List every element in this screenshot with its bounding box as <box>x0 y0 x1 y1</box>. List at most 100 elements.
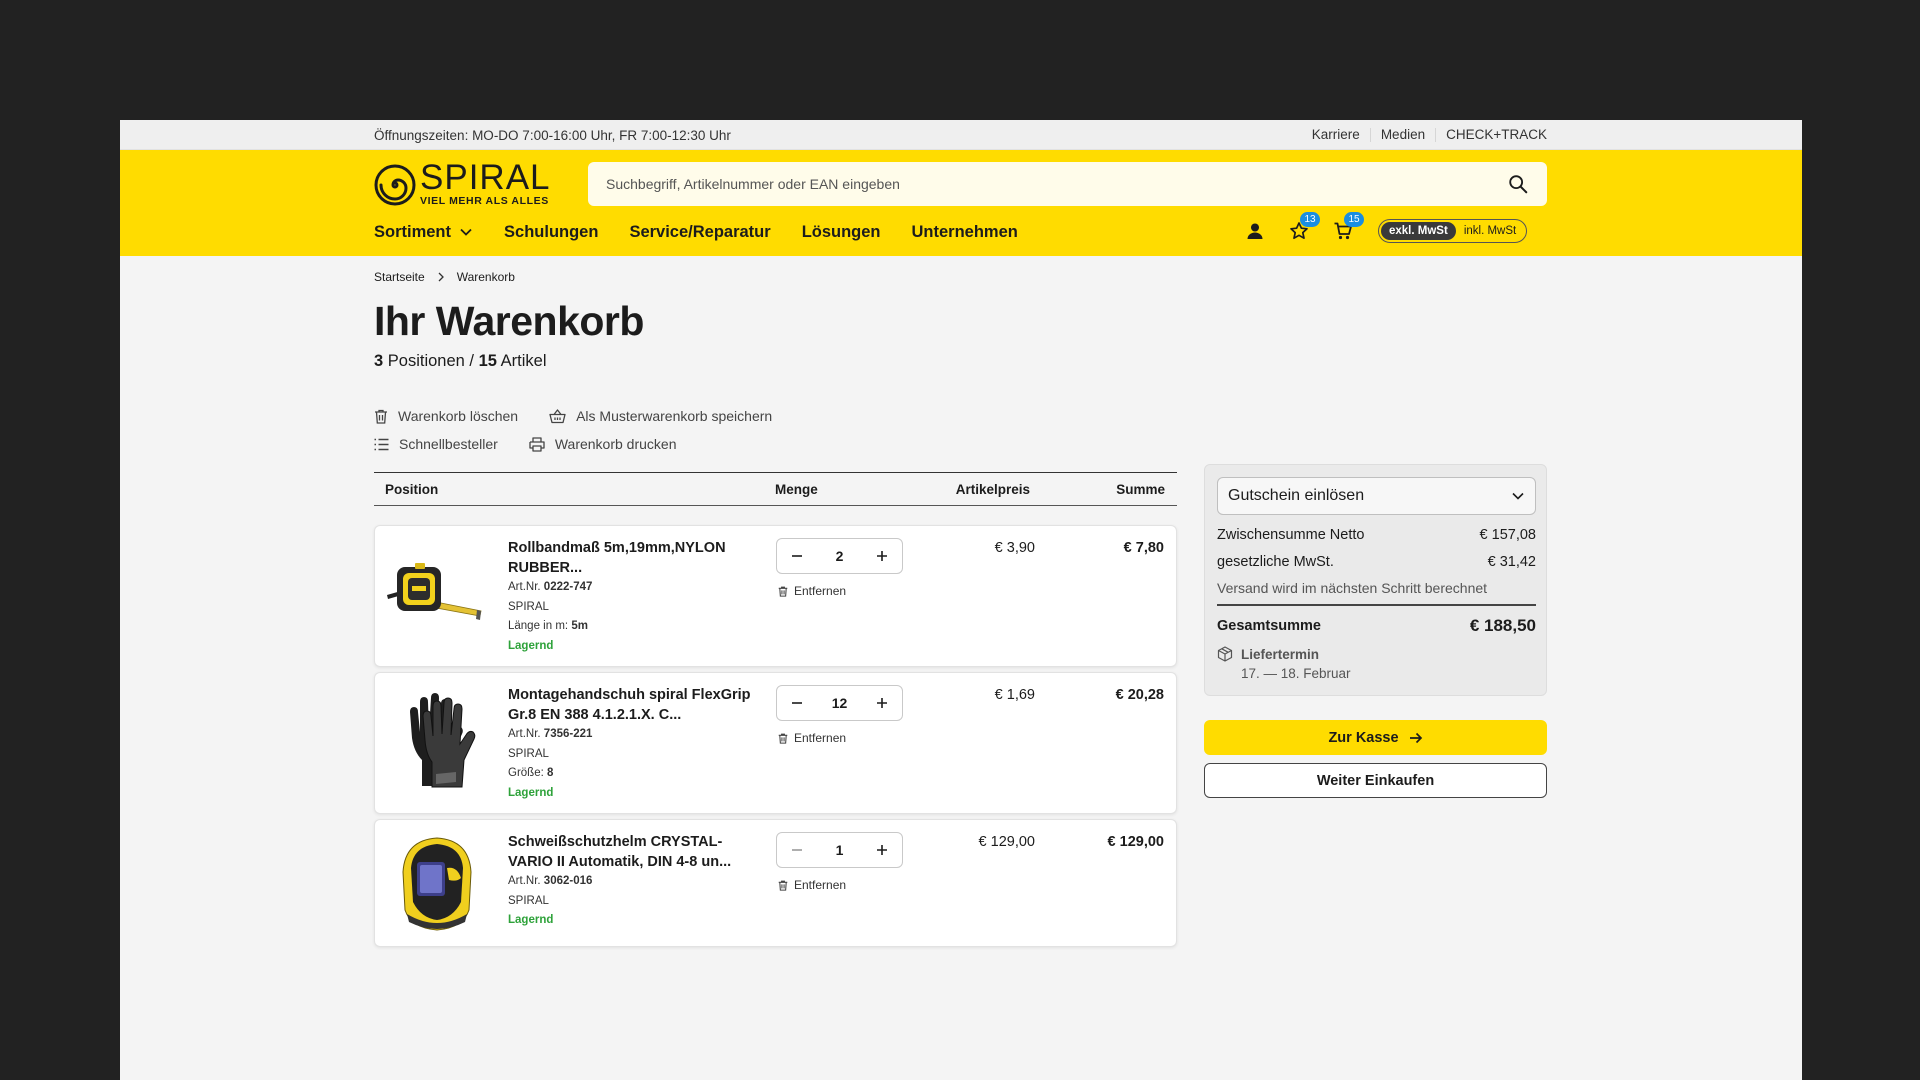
item-name[interactable]: Rollbandmaß 5m,19mm,NYLON RUBBER... <box>508 538 758 578</box>
plus-icon <box>876 551 887 561</box>
page-title: Ihr Warenkorb <box>374 298 644 344</box>
logo[interactable]: SPIRAL VIEL MEHR ALS ALLES <box>374 160 551 207</box>
trash-icon <box>778 586 788 597</box>
cart-item: Montagehandschuh spiral FlexGrip Gr.8 EN… <box>374 672 1177 814</box>
link-karriere[interactable]: Karriere <box>1302 128 1370 142</box>
save-template-button[interactable]: Als Musterwarenkorb speichern <box>549 408 772 424</box>
package-icon <box>1217 646 1233 662</box>
quantity-value[interactable]: 12 <box>832 695 848 711</box>
account-button[interactable] <box>1240 216 1270 246</box>
continue-shopping-button[interactable]: Weiter Einkaufen <box>1204 763 1547 798</box>
remove-button[interactable]: Entfernen <box>778 878 846 892</box>
breadcrumb-home[interactable]: Startseite <box>374 270 425 284</box>
quantity-value[interactable]: 2 <box>836 548 844 564</box>
attribute-label: Länge in m: <box>508 620 569 632</box>
list-icon <box>374 438 389 450</box>
link-check-track[interactable]: CHECK+TRACK <box>1435 128 1547 142</box>
cart-button[interactable]: 15 <box>1328 212 1364 246</box>
subtotal-value: € 157,08 <box>1479 527 1536 543</box>
remove-button[interactable]: Entfernen <box>778 731 846 745</box>
vat-toggle[interactable]: exkl. MwSt inkl. MwSt <box>1378 219 1528 243</box>
col-total: Summe <box>1116 482 1165 497</box>
vat-row: gesetzliche MwSt. € 31,42 <box>1217 554 1536 570</box>
artnr-label: Art.Nr. <box>508 581 541 593</box>
checkout-button[interactable]: Zur Kasse <box>1204 720 1547 755</box>
subtotal-row: Zwischensumme Netto € 157,08 <box>1217 527 1536 543</box>
decrease-button[interactable] <box>787 546 807 566</box>
nav-sortiment[interactable]: Sortiment <box>374 223 473 242</box>
nav-unternehmen[interactable]: Unternehmen <box>912 223 1018 242</box>
quick-order-label: Schnellbesteller <box>399 436 498 452</box>
articles-label: Artikel <box>500 352 547 370</box>
link-medien[interactable]: Medien <box>1369 128 1435 142</box>
search-input[interactable]: Suchbegriff, Artikelnummer oder EAN eing… <box>588 162 1547 206</box>
remove-label: Entfernen <box>794 731 847 745</box>
stock-status: Lagernd <box>508 914 554 926</box>
print-cart-label: Warenkorb drucken <box>554 436 677 452</box>
nav-sortiment-label: Sortiment <box>374 222 452 241</box>
vat-excl-option[interactable]: exkl. MwSt <box>1381 222 1456 240</box>
artnr-value: 3062-016 <box>543 875 593 887</box>
shipping-note: Versand wird im nächsten Schritt berechn… <box>1217 580 1488 596</box>
quantity-value[interactable]: 1 <box>836 842 844 858</box>
nav-loesungen[interactable]: Lösungen <box>802 223 881 242</box>
wishlist-button[interactable]: 13 <box>1284 212 1320 246</box>
print-cart-button[interactable]: Warenkorb drucken <box>529 436 677 452</box>
cart-item: Rollbandmaß 5m,19mm,NYLON RUBBER... Art.… <box>374 525 1177 667</box>
vat-incl-option[interactable]: inkl. MwSt <box>1456 225 1524 237</box>
remove-button[interactable]: Entfernen <box>778 584 846 598</box>
nav-service-reparatur[interactable]: Service/Reparatur <box>629 223 770 242</box>
cart-actions: Warenkorb löschen Als Musterwarenkorb sp… <box>374 402 894 458</box>
attribute-value: 8 <box>547 767 554 779</box>
product-image-glove[interactable] <box>385 685 485 795</box>
item-artnr: Art.Nr. 3062-016 <box>508 872 758 892</box>
item-attribute: Größe: 8 <box>508 764 758 784</box>
trash-icon <box>778 880 788 891</box>
top-links: Karriere Medien CHECK+TRACK <box>1302 128 1547 142</box>
product-image-welding-helmet[interactable] <box>385 832 485 932</box>
tape-measure-image <box>387 563 482 620</box>
search-placeholder: Suchbegriff, Artikelnummer oder EAN eing… <box>606 176 900 192</box>
item-attribute: Länge in m: 5m <box>508 617 758 637</box>
clear-cart-button[interactable]: Warenkorb löschen <box>374 408 518 424</box>
nav-schulungen[interactable]: Schulungen <box>504 223 598 242</box>
decrease-button[interactable] <box>787 840 807 860</box>
search-icon[interactable] <box>1507 173 1529 195</box>
item-info: Schweißschutzhelm CRYSTAL-VARIO II Autom… <box>508 832 758 931</box>
brand-tagline: VIEL MEHR ALS ALLES <box>420 195 549 207</box>
item-name[interactable]: Montagehandschuh spiral FlexGrip Gr.8 EN… <box>508 685 758 725</box>
increase-button[interactable] <box>872 546 892 566</box>
checkout-label: Zur Kasse <box>1328 729 1399 746</box>
coupon-dropdown[interactable]: Gutschein einlösen <box>1217 477 1536 515</box>
remove-label: Entfernen <box>794 584 847 598</box>
articles-count: 15 <box>478 352 497 370</box>
increase-button[interactable] <box>872 693 892 713</box>
site-header: SPIRAL VIEL MEHR ALS ALLES Suchbegriff, … <box>120 150 1802 256</box>
cart-item: Schweißschutzhelm CRYSTAL-VARIO II Autom… <box>374 819 1177 947</box>
page: Öffnungszeiten: MO-DO 7:00-16:00 Uhr, FR… <box>120 120 1802 1080</box>
total-label: Gesamtsumme <box>1217 618 1321 634</box>
item-info: Montagehandschuh spiral FlexGrip Gr.8 EN… <box>508 685 758 803</box>
delivery-date: 17. — 18. Februar <box>1241 666 1351 681</box>
increase-button[interactable] <box>872 840 892 860</box>
decrease-button[interactable] <box>787 693 807 713</box>
plus-icon <box>876 698 887 708</box>
main-nav: Sortiment Schulungen Service/Reparatur L… <box>374 218 1049 246</box>
item-name[interactable]: Schweißschutzhelm CRYSTAL-VARIO II Autom… <box>508 832 758 872</box>
welding-helmet-image <box>402 837 472 931</box>
chevron-right-icon <box>438 272 444 282</box>
save-template-label: Als Musterwarenkorb speichern <box>576 408 773 424</box>
arrow-right-icon <box>1409 732 1422 743</box>
continue-label: Weiter Einkaufen <box>1316 772 1435 789</box>
user-icon <box>1247 223 1263 239</box>
trash-icon <box>778 733 788 744</box>
quick-order-button[interactable]: Schnellbesteller <box>374 436 498 452</box>
attribute-value: 5m <box>571 620 588 632</box>
order-summary: Gutschein einlösen Zwischensumme Netto €… <box>1204 464 1547 696</box>
unit-price: € 3,90 <box>994 540 1035 556</box>
wishlist-count-badge: 13 <box>1300 212 1320 227</box>
minus-icon <box>792 702 802 704</box>
artnr-label: Art.Nr. <box>508 728 541 740</box>
product-image-tape-measure[interactable] <box>385 538 485 648</box>
item-brand: SPIRAL <box>508 600 549 613</box>
